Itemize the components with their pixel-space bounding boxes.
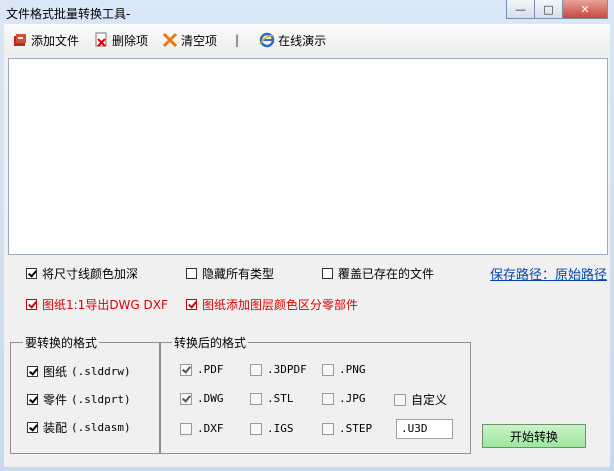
target-format-igs[interactable]: .IGS xyxy=(250,422,294,435)
export-dwg-checkbox[interactable] xyxy=(26,299,37,310)
option-export-dwg[interactable]: 图纸1:1导出DWG DXF xyxy=(26,296,168,313)
assembly-ext: (.sldasm) xyxy=(71,421,131,434)
part-checkbox[interactable] xyxy=(27,394,38,405)
jpg-label: .JPG xyxy=(339,392,366,405)
option-layer-colors[interactable]: 图纸添加图层颜色区分零部件 xyxy=(186,296,358,313)
drawing-ext: (.slddrw) xyxy=(71,365,131,378)
window-title: 文件格式批量转换工具- xyxy=(6,7,131,21)
3dpdf-checkbox[interactable] xyxy=(250,363,262,376)
close-button[interactable]: ✕ xyxy=(563,0,608,19)
maximize-button[interactable]: □ xyxy=(535,0,563,19)
part-label: 零件 xyxy=(43,393,68,407)
add-file-button[interactable]: 添加文件 xyxy=(12,32,79,49)
stl-label: .STL xyxy=(267,392,294,405)
save-path-link[interactable]: 保存路径：原始路径 xyxy=(490,264,607,283)
igs-label: .IGS xyxy=(267,422,294,435)
option-dimension-color[interactable]: 将尺寸线颜色加深 xyxy=(26,265,138,282)
clear-items-label: 清空项 xyxy=(181,33,218,48)
delete-file-icon xyxy=(93,32,109,48)
step-label: .STEP xyxy=(339,422,373,435)
clear-x-icon xyxy=(162,32,178,48)
custom-checkbox[interactable] xyxy=(394,393,406,406)
target-format-custom[interactable]: 自定义 xyxy=(394,391,447,408)
hide-types-label: 隐藏所有类型 xyxy=(202,267,275,281)
delete-item-label: 删除项 xyxy=(112,33,149,48)
target-format-pdf[interactable]: .PDF xyxy=(180,363,224,376)
overwrite-label: 覆盖已存在的文件 xyxy=(338,267,435,281)
maximize-icon: □ xyxy=(543,2,554,16)
close-icon: ✕ xyxy=(580,2,590,16)
source-format-part[interactable]: 零件 (.sldprt) xyxy=(27,391,131,408)
jpg-checkbox[interactable] xyxy=(322,392,334,405)
target-formats-title: 转换后的格式 xyxy=(172,334,249,351)
main-panel: 添加文件 删除项 清空项 | 在线演示 将尺寸线颜色加深 隐藏所有类型 覆盖已存… xyxy=(4,24,610,467)
target-format-dxf[interactable]: .DXF xyxy=(180,422,224,435)
dwg-checkbox[interactable] xyxy=(180,392,192,405)
source-format-drawing[interactable]: 图纸 (.slddrw) xyxy=(27,363,131,380)
3dpdf-label: .3DPDF xyxy=(267,363,307,376)
layer-colors-checkbox[interactable] xyxy=(186,299,197,310)
dwg-label: .DWG xyxy=(197,392,224,405)
dxf-label: .DXF xyxy=(197,422,224,435)
add-file-label: 添加文件 xyxy=(31,33,80,48)
export-dwg-label: 图纸1:1导出DWG DXF xyxy=(42,298,168,312)
pdf-label: .PDF xyxy=(197,363,224,376)
target-formats-group: 转换后的格式 .PDF .3DPDF .PNG .DWG .STL .JPG 自… xyxy=(159,334,471,454)
drawing-checkbox[interactable] xyxy=(27,366,38,377)
pdf-checkbox[interactable] xyxy=(180,363,192,376)
drawing-label: 图纸 xyxy=(43,365,68,379)
assembly-checkbox[interactable] xyxy=(27,422,38,433)
target-format-step[interactable]: .STEP xyxy=(322,422,372,435)
png-label: .PNG xyxy=(339,363,366,376)
target-format-jpg[interactable]: .JPG xyxy=(322,392,366,405)
option-hide-types[interactable]: 隐藏所有类型 xyxy=(186,265,274,282)
add-file-icon xyxy=(12,32,28,48)
delete-item-button[interactable]: 删除项 xyxy=(93,32,148,49)
browser-e-icon xyxy=(259,32,275,48)
source-formats-group: 要转换的格式 图纸 (.slddrw) 零件 (.sldprt) 装配 (.sl… xyxy=(10,334,161,454)
online-demo-button[interactable]: 在线演示 xyxy=(259,32,326,49)
stl-checkbox[interactable] xyxy=(250,392,262,405)
hide-types-checkbox[interactable] xyxy=(186,268,197,279)
clear-items-button[interactable]: 清空项 xyxy=(162,32,217,49)
layer-colors-label: 图纸添加图层颜色区分零部件 xyxy=(202,298,359,312)
option-overwrite[interactable]: 覆盖已存在的文件 xyxy=(322,265,434,282)
target-format-png[interactable]: .PNG xyxy=(322,363,366,376)
part-ext: (.sldprt) xyxy=(71,393,131,406)
source-formats-title: 要转换的格式 xyxy=(23,334,100,351)
custom-label: 自定义 xyxy=(411,393,448,407)
file-list[interactable] xyxy=(8,58,608,255)
overwrite-checkbox[interactable] xyxy=(322,268,333,279)
png-checkbox[interactable] xyxy=(322,363,334,376)
online-demo-label: 在线演示 xyxy=(278,33,327,48)
title-bar[interactable]: 文件格式批量转换工具- — □ ✕ xyxy=(0,0,614,24)
toolbar-separator: | xyxy=(235,33,240,47)
toolbar: 添加文件 删除项 清空项 | 在线演示 xyxy=(4,24,610,56)
start-convert-button[interactable]: 开始转换 xyxy=(482,424,586,448)
target-format-stl[interactable]: .STL xyxy=(250,392,294,405)
dimension-color-checkbox[interactable] xyxy=(26,268,37,279)
target-format-3dpdf[interactable]: .3DPDF xyxy=(250,363,307,376)
window-controls: — □ ✕ xyxy=(506,0,608,19)
source-format-assembly[interactable]: 装配 (.sldasm) xyxy=(27,419,131,436)
assembly-label: 装配 xyxy=(43,421,68,435)
app-window: 文件格式批量转换工具- — □ ✕ 添加文件 删除项 清空项 | 在线演示 将尺… xyxy=(0,0,614,471)
dimension-color-label: 将尺寸线颜色加深 xyxy=(42,267,139,281)
custom-format-input[interactable]: .U3D xyxy=(396,419,453,439)
minimize-button[interactable]: — xyxy=(506,0,535,19)
target-format-dwg[interactable]: .DWG xyxy=(180,392,224,405)
step-checkbox[interactable] xyxy=(322,422,334,435)
minimize-icon: — xyxy=(515,2,526,16)
dxf-checkbox[interactable] xyxy=(180,422,192,435)
igs-checkbox[interactable] xyxy=(250,422,262,435)
